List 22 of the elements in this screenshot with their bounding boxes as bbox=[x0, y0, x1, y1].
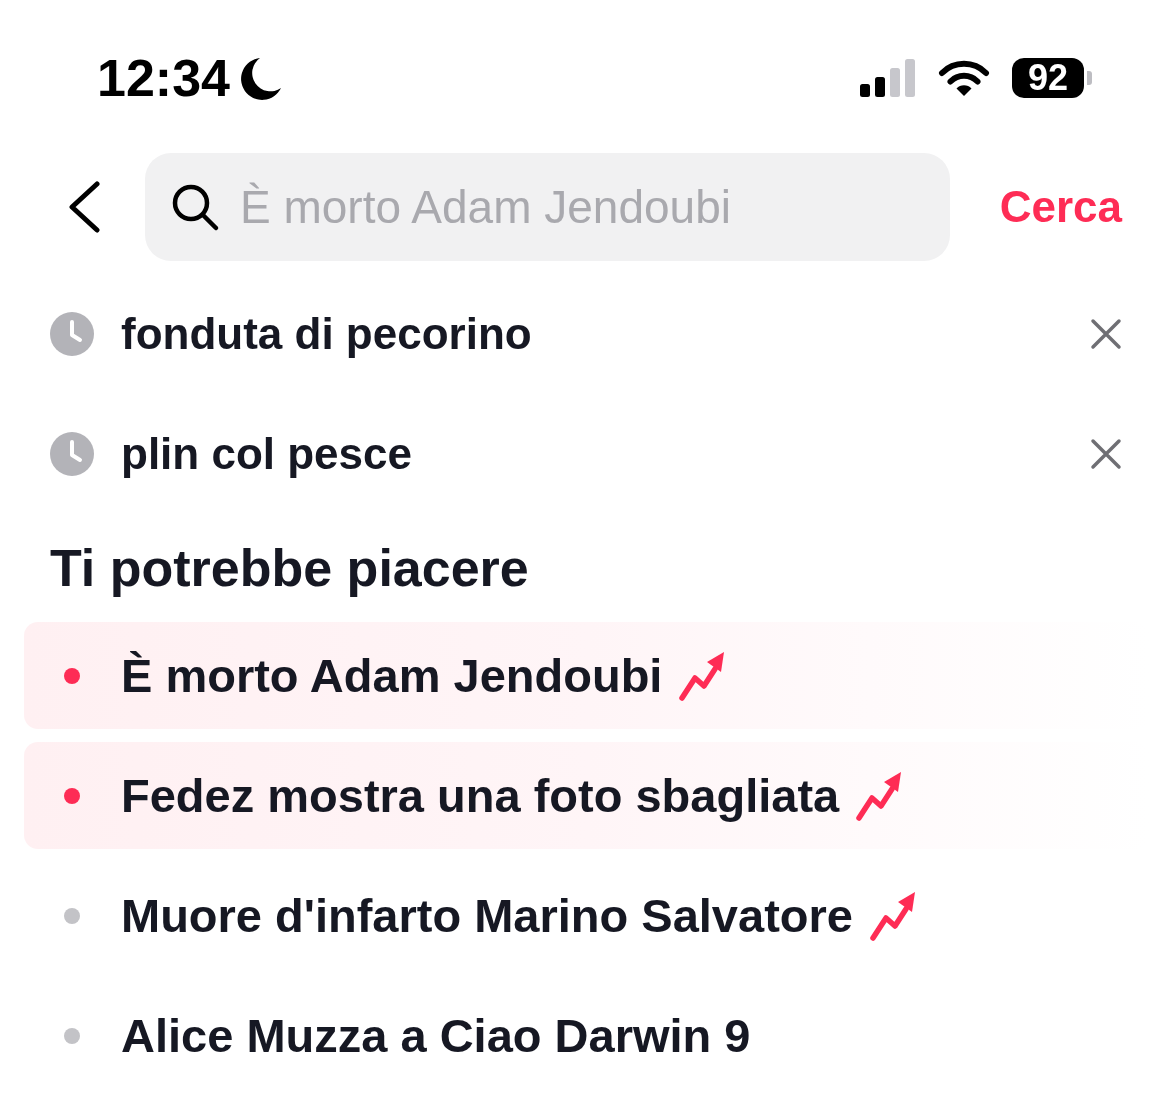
close-icon[interactable] bbox=[1090, 318, 1122, 350]
trending-up-icon bbox=[678, 649, 727, 702]
wifi-icon bbox=[938, 59, 990, 97]
search-input[interactable]: È morto Adam Jendoubi bbox=[240, 179, 930, 235]
status-time: 12:34 bbox=[97, 52, 230, 104]
suggestion-item[interactable]: Muore d'infarto Marino Salvatore bbox=[24, 862, 1150, 969]
clock-icon bbox=[50, 312, 94, 356]
moon-icon bbox=[240, 56, 282, 100]
close-icon[interactable] bbox=[1090, 438, 1122, 470]
search-field[interactable]: È morto Adam Jendoubi bbox=[145, 153, 950, 261]
history-item[interactable]: plin col pesce bbox=[121, 428, 412, 480]
signal-icon bbox=[860, 59, 916, 97]
search-button[interactable]: Cerca bbox=[999, 181, 1122, 233]
trending-up-icon bbox=[855, 769, 904, 822]
trending-up-icon bbox=[868, 889, 917, 942]
clock-icon bbox=[50, 432, 94, 476]
suggestion-item[interactable]: Alice Muzza a Ciao Darwin 9 bbox=[24, 982, 1150, 1089]
search-icon bbox=[170, 182, 220, 232]
battery-indicator: 92 bbox=[1012, 58, 1092, 98]
section-heading: Ti potrebbe piacere bbox=[50, 539, 529, 597]
back-icon[interactable] bbox=[67, 181, 101, 233]
history-item[interactable]: fonduta di pecorino bbox=[121, 308, 532, 360]
